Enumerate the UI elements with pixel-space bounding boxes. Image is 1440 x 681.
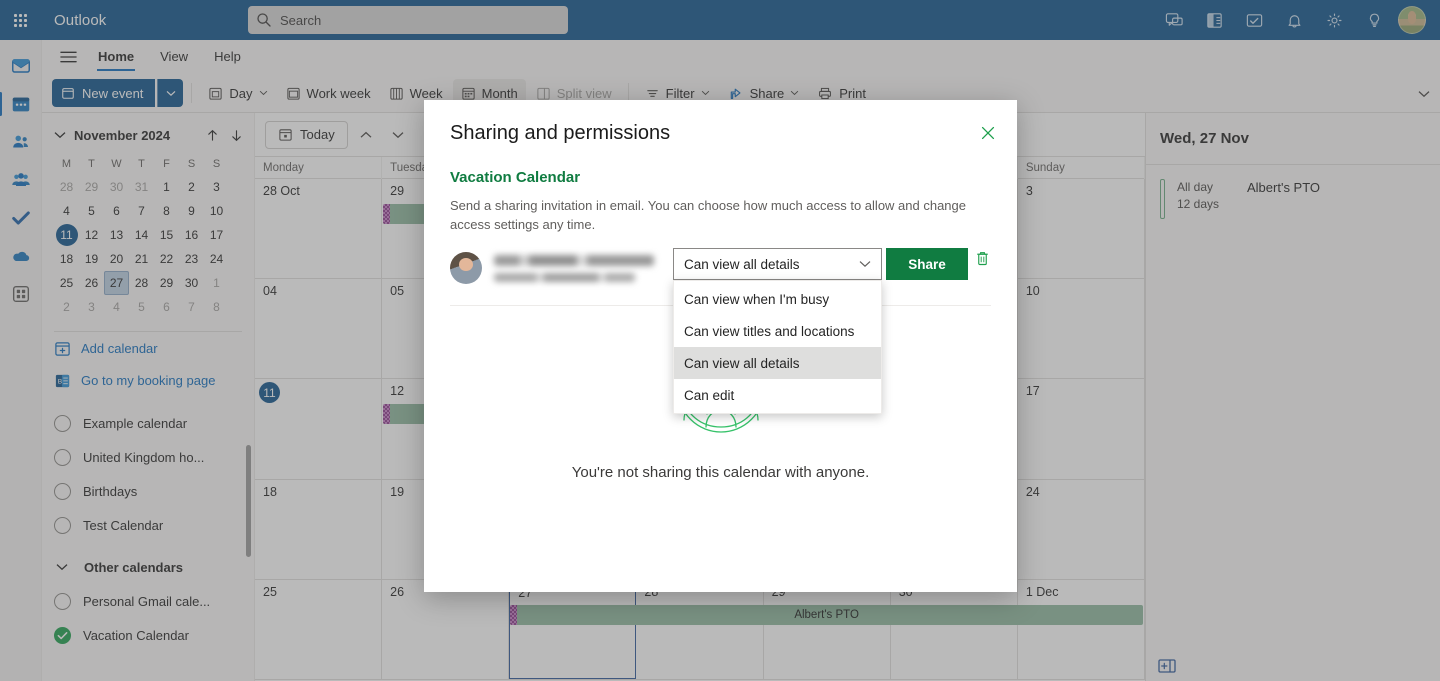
permission-dropdown-menu[interactable]: Can view when I'm busy Can view titles an…	[673, 280, 882, 414]
share-submit-button[interactable]: Share	[886, 248, 968, 280]
permission-option[interactable]: Can view titles and locations	[674, 315, 881, 347]
empty-state-text: You're not sharing this calendar with an…	[571, 464, 870, 481]
dialog-title: Sharing and permissions	[450, 122, 671, 144]
chevron-down-icon	[859, 261, 871, 268]
person-identity-redacted	[494, 254, 654, 282]
close-icon[interactable]	[975, 120, 1001, 146]
permission-option[interactable]: Can view all details	[674, 347, 881, 379]
person-name-blurred	[494, 254, 654, 266]
outlook-calendar-window: Outlook Search Home View Help New event …	[0, 0, 1440, 681]
permission-option[interactable]: Can view when I'm busy	[674, 283, 881, 315]
permission-select[interactable]: Can view all details	[673, 248, 882, 280]
dialog-calendar-name: Vacation Calendar	[450, 169, 581, 186]
permission-select-value: Can view all details	[684, 256, 800, 272]
dialog-description: Send a sharing invitation in email. You …	[450, 198, 966, 232]
share-invite-row: Can view all details Share Can view when…	[424, 234, 1017, 414]
person-avatar	[450, 252, 482, 284]
person-email-blurred	[494, 272, 635, 282]
sharing-permissions-dialog: Sharing and permissions Vacation Calenda…	[424, 100, 1017, 592]
permission-option[interactable]: Can edit	[674, 379, 881, 411]
trash-icon[interactable]	[975, 250, 990, 272]
